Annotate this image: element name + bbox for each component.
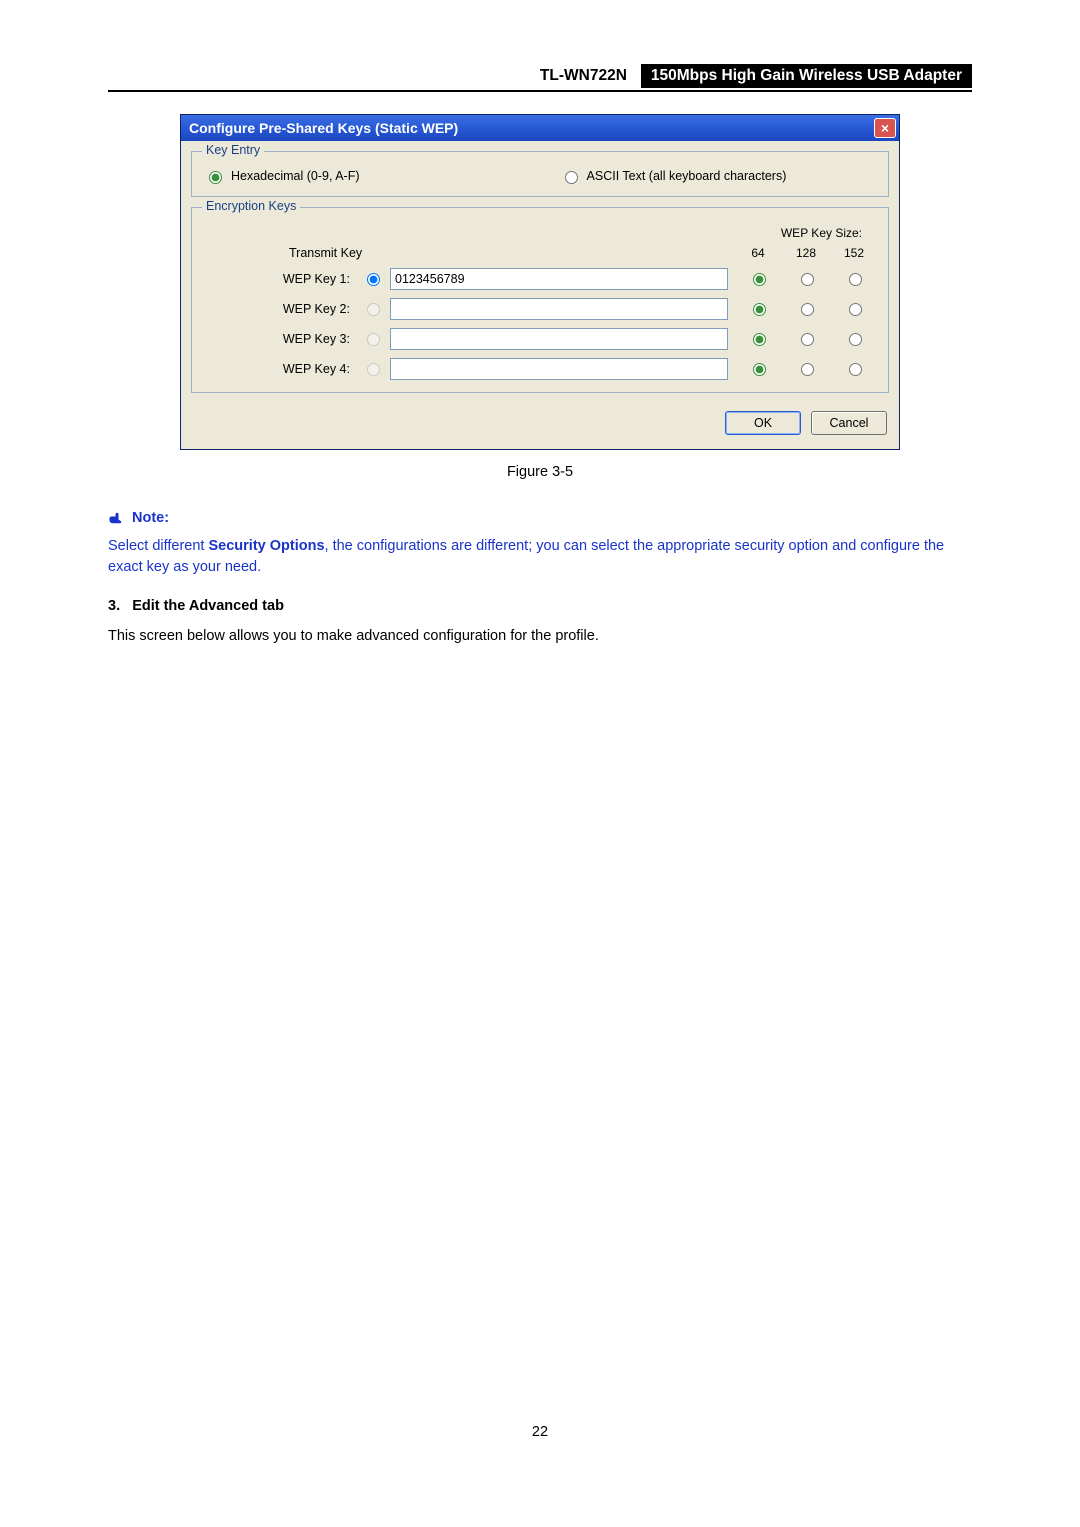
wep1-size-64[interactable] xyxy=(753,273,766,286)
ascii-radio[interactable]: ASCII Text (all keyboard characters) xyxy=(560,168,787,184)
wep-key-1-input[interactable] xyxy=(390,268,728,290)
wep-key-size-columns: 64 128 152 xyxy=(736,246,876,260)
wep4-size-64[interactable] xyxy=(753,363,766,376)
wep2-size-152[interactable] xyxy=(849,303,862,316)
ascii-radio-input[interactable] xyxy=(565,171,578,184)
document-header: TL-WN722N 150Mbps High Gain Wireless USB… xyxy=(108,64,972,88)
wep-key-row-1: WEP Key 1: xyxy=(204,268,876,290)
size-col-152: 152 xyxy=(834,246,874,260)
header-divider xyxy=(108,90,972,92)
dialog-title: Configure Pre-Shared Keys (Static WEP) xyxy=(189,120,458,136)
figure-caption: Figure 3-5 xyxy=(108,464,972,480)
note-bold: Security Options xyxy=(209,538,325,554)
wep1-size-152[interactable] xyxy=(849,273,862,286)
transmit-key-1-radio[interactable] xyxy=(367,273,380,286)
encryption-keys-header: Transmit Key WEP Key Size: 64 128 152 xyxy=(204,226,876,260)
encryption-keys-legend: Encryption Keys xyxy=(202,199,300,213)
wep-key-1-label: WEP Key 1: xyxy=(204,272,354,286)
header-title: 150Mbps High Gain Wireless USB Adapter xyxy=(641,64,972,88)
section-title: Edit the Advanced tab xyxy=(132,598,284,614)
transmit-key-label: Transmit Key xyxy=(204,246,736,260)
cancel-button[interactable]: Cancel xyxy=(811,411,887,435)
section-number: 3. xyxy=(108,598,120,614)
wep3-size-128[interactable] xyxy=(801,333,814,346)
transmit-key-4-radio[interactable] xyxy=(367,363,380,376)
ok-button[interactable]: OK xyxy=(725,411,801,435)
wep3-size-152[interactable] xyxy=(849,333,862,346)
wep3-size-64[interactable] xyxy=(753,333,766,346)
wep-key-size-label: WEP Key Size: xyxy=(736,226,876,240)
wep-key-row-4: WEP Key 4: xyxy=(204,358,876,380)
ascii-radio-label: ASCII Text (all keyboard characters) xyxy=(587,169,787,183)
size-col-64: 64 xyxy=(738,246,778,260)
body-text: This screen below allows you to make adv… xyxy=(108,628,972,644)
pointing-hand-icon xyxy=(108,511,126,525)
note-body: Select different Security Options, the c… xyxy=(108,536,972,578)
wep4-size-128[interactable] xyxy=(801,363,814,376)
note-pre: Select different xyxy=(108,538,209,554)
key-entry-group: Key Entry Hexadecimal (0-9, A-F) ASCII T… xyxy=(191,151,889,197)
section-heading: 3. Edit the Advanced tab xyxy=(108,598,972,614)
wep2-size-128[interactable] xyxy=(801,303,814,316)
hex-radio-label: Hexadecimal (0-9, A-F) xyxy=(231,169,360,183)
wep-dialog: Configure Pre-Shared Keys (Static WEP) ×… xyxy=(180,114,900,450)
hex-radio-input[interactable] xyxy=(209,171,222,184)
transmit-key-2-radio[interactable] xyxy=(367,303,380,316)
wep-key-2-label: WEP Key 2: xyxy=(204,302,354,316)
dialog-footer: OK Cancel xyxy=(181,403,899,449)
encryption-keys-group: Encryption Keys Transmit Key WEP Key Siz… xyxy=(191,207,889,393)
close-icon[interactable]: × xyxy=(874,118,896,138)
wep1-size-128[interactable] xyxy=(801,273,814,286)
wep-key-row-3: WEP Key 3: xyxy=(204,328,876,350)
transmit-key-3-radio[interactable] xyxy=(367,333,380,346)
wep-key-2-input[interactable] xyxy=(390,298,728,320)
key-entry-legend: Key Entry xyxy=(202,143,264,157)
hex-radio[interactable]: Hexadecimal (0-9, A-F) xyxy=(204,168,360,184)
dialog-titlebar: Configure Pre-Shared Keys (Static WEP) × xyxy=(181,115,899,141)
wep-key-3-label: WEP Key 3: xyxy=(204,332,354,346)
note-heading-text: Note: xyxy=(132,510,169,526)
wep-key-row-2: WEP Key 2: xyxy=(204,298,876,320)
note-heading: Note: xyxy=(108,510,972,526)
wep-key-4-label: WEP Key 4: xyxy=(204,362,354,376)
size-col-128: 128 xyxy=(786,246,826,260)
wep-key-4-input[interactable] xyxy=(390,358,728,380)
header-model: TL-WN722N xyxy=(540,64,631,88)
wep-key-3-input[interactable] xyxy=(390,328,728,350)
page-number: 22 xyxy=(108,664,972,1480)
wep2-size-64[interactable] xyxy=(753,303,766,316)
wep4-size-152[interactable] xyxy=(849,363,862,376)
